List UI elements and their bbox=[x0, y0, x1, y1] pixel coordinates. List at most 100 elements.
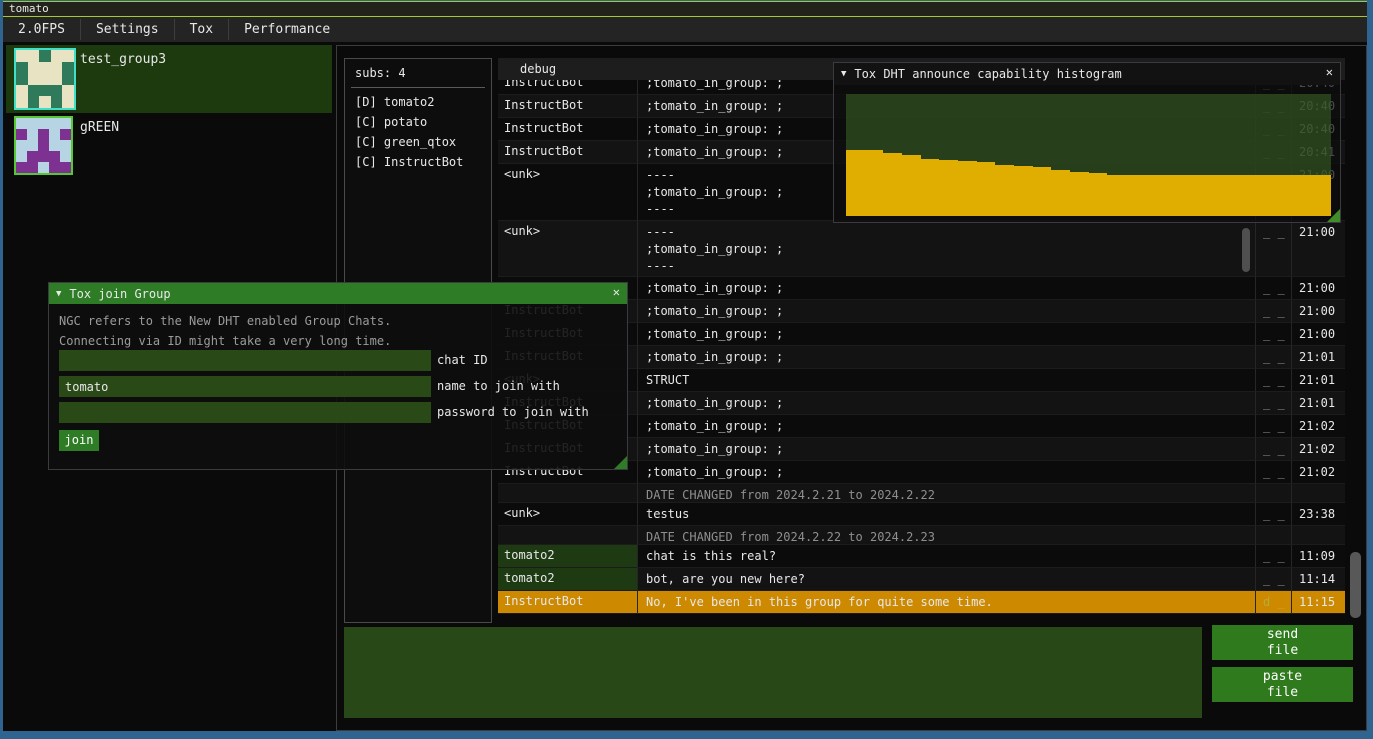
join-input-password-to-join-with[interactable] bbox=[59, 402, 431, 423]
paste-file-button[interactable]: paste file bbox=[1212, 667, 1353, 702]
field-label: password to join with bbox=[431, 402, 589, 423]
member-item[interactable]: [D] tomato2 bbox=[345, 92, 491, 112]
join-input-name-to-join-with[interactable] bbox=[59, 376, 431, 397]
group-item-test_group3[interactable]: test_group3 bbox=[6, 45, 332, 113]
group-item-gREEN[interactable]: gREEN bbox=[6, 113, 332, 170]
menu-item-settings[interactable]: Settings bbox=[81, 17, 174, 42]
message-text: testus bbox=[638, 503, 1256, 526]
avatar-pixel bbox=[39, 50, 51, 62]
timestamp bbox=[1292, 484, 1345, 503]
avatar-pixel bbox=[16, 140, 27, 151]
collapse-arrow-icon[interactable]: ▼ bbox=[56, 289, 61, 299]
chat-message-row[interactable]: tomato2bot, are you new here?_ _11:14 bbox=[498, 568, 1345, 591]
avatar-pixel bbox=[28, 73, 40, 85]
avatar-pixel bbox=[16, 151, 27, 162]
sender-name: InstructBot bbox=[498, 118, 638, 141]
sender-name: InstructBot bbox=[498, 141, 638, 164]
avatar-pixel bbox=[62, 73, 74, 85]
histogram-bar bbox=[865, 150, 884, 216]
join-fields: chat IDname to join withpassword to join… bbox=[59, 350, 624, 428]
dht-histogram-titlebar[interactable]: ▼ Tox DHT announce capability histogram … bbox=[834, 63, 1340, 85]
resize-grip[interactable] bbox=[614, 456, 627, 469]
system-date-row[interactable]: DATE CHANGED from 2024.2.22 to 2024.2.23 bbox=[498, 526, 1345, 545]
avatar-pixel bbox=[16, 96, 28, 108]
member-item[interactable]: [C] InstructBot bbox=[345, 152, 491, 172]
sender-name: tomato2 bbox=[498, 545, 638, 568]
message-line: STRUCT bbox=[646, 372, 1255, 389]
delivery-indicator bbox=[1256, 484, 1292, 503]
avatar-pixel bbox=[39, 96, 51, 108]
member-item[interactable]: [C] green_qtox bbox=[345, 132, 491, 152]
message-line: ;tomato_in_group: ; bbox=[646, 349, 1255, 366]
avatar-pixel bbox=[28, 62, 40, 74]
avatar-pixel bbox=[27, 118, 38, 129]
chat-outer-scrollbar[interactable] bbox=[1350, 552, 1361, 618]
menu-item-performance[interactable]: Performance bbox=[229, 17, 345, 42]
chat-inner-scrollbar[interactable] bbox=[1242, 228, 1250, 272]
system-date-row[interactable]: DATE CHANGED from 2024.2.21 to 2024.2.22 bbox=[498, 484, 1345, 503]
sender-name: <unk> bbox=[498, 503, 638, 526]
delivery-indicator: _ _ bbox=[1256, 346, 1292, 369]
join-group-titlebar[interactable]: ▼ Tox join Group ✕ bbox=[49, 283, 627, 304]
avatar-pixel bbox=[27, 140, 38, 151]
avatar-pixel bbox=[28, 85, 40, 97]
histogram-bar bbox=[1256, 175, 1275, 216]
join-button[interactable]: join bbox=[59, 430, 99, 451]
avatar-pixel bbox=[62, 96, 74, 108]
histogram-bar bbox=[1014, 166, 1033, 216]
message-line: ;tomato_in_group: ; bbox=[646, 395, 1255, 412]
close-icon[interactable]: ✕ bbox=[1326, 65, 1333, 79]
avatar-pixel bbox=[16, 118, 27, 129]
resize-grip[interactable] bbox=[1327, 209, 1340, 222]
delivery-indicator: _ _ bbox=[1256, 277, 1292, 300]
send-file-button[interactable]: send file bbox=[1212, 625, 1353, 660]
message-line: ;tomato_in_group: ; bbox=[646, 303, 1255, 320]
os-title-bar[interactable]: tomato bbox=[2, 1, 1373, 17]
join-input-chat-ID[interactable] bbox=[59, 350, 431, 371]
avatar-pixel bbox=[16, 50, 28, 62]
sender-name: tomato2 bbox=[498, 568, 638, 591]
chat-message-row[interactable]: InstructBotNo, I've been in this group f… bbox=[498, 591, 1345, 614]
message-text: ;tomato_in_group: ; bbox=[638, 392, 1256, 415]
delivery-indicator: _ _ bbox=[1256, 503, 1292, 526]
group-name: test_group3 bbox=[80, 52, 166, 67]
avatar-pixel bbox=[16, 162, 27, 173]
delivery-indicator: _ _ bbox=[1256, 392, 1292, 415]
avatar-pixel bbox=[62, 50, 74, 62]
timestamp: 21:02 bbox=[1292, 415, 1345, 438]
histogram-bar bbox=[1294, 175, 1313, 216]
menu-item-2-0fps[interactable]: 2.0FPS bbox=[3, 17, 80, 42]
message-input[interactable] bbox=[344, 627, 1202, 718]
avatar-pixel bbox=[38, 162, 49, 173]
message-line: DATE CHANGED from 2024.2.21 to 2024.2.22 bbox=[646, 487, 1255, 503]
message-text: ;tomato_in_group: ; bbox=[638, 415, 1256, 438]
avatar-pixel bbox=[62, 62, 74, 74]
avatar-pixel bbox=[49, 162, 60, 173]
join-group-title: Tox join Group bbox=[69, 287, 170, 301]
join-description-line: NGC refers to the New DHT enabled Group … bbox=[49, 311, 627, 331]
chat-message-row[interactable]: <unk>testus_ _23:38 bbox=[498, 503, 1345, 526]
avatar-pixel bbox=[38, 129, 49, 140]
menu-item-tox[interactable]: Tox bbox=[175, 17, 228, 42]
chat-message-row[interactable]: <unk>----;tomato_in_group: ;----_ _21:00 bbox=[498, 221, 1345, 277]
member-item[interactable]: [C] potato bbox=[345, 112, 491, 132]
avatar-pixel bbox=[16, 129, 27, 140]
avatar-pixel bbox=[16, 73, 28, 85]
avatar-pixel bbox=[51, 50, 63, 62]
histogram-bar bbox=[902, 155, 921, 216]
histogram-bar bbox=[1126, 175, 1145, 216]
message-text: ;tomato_in_group: ; bbox=[638, 461, 1256, 484]
message-line: DATE CHANGED from 2024.2.22 to 2024.2.23 bbox=[646, 529, 1255, 545]
collapse-arrow-icon[interactable]: ▼ bbox=[841, 69, 846, 79]
close-icon[interactable]: ✕ bbox=[613, 285, 620, 299]
avatar-pixel bbox=[38, 118, 49, 129]
histogram-bar bbox=[921, 159, 940, 216]
histogram-bar bbox=[1275, 175, 1294, 216]
delivery-indicator: d _ bbox=[1256, 591, 1292, 614]
message-line: No, I've been in this group for quite so… bbox=[646, 594, 1255, 611]
histogram-bar bbox=[1200, 175, 1219, 216]
message-text: No, I've been in this group for quite so… bbox=[638, 591, 1256, 614]
message-text: ;tomato_in_group: ; bbox=[638, 346, 1256, 369]
chat-message-row[interactable]: tomato2chat is this real?_ _11:09 bbox=[498, 545, 1345, 568]
histogram-bar bbox=[1033, 167, 1052, 216]
